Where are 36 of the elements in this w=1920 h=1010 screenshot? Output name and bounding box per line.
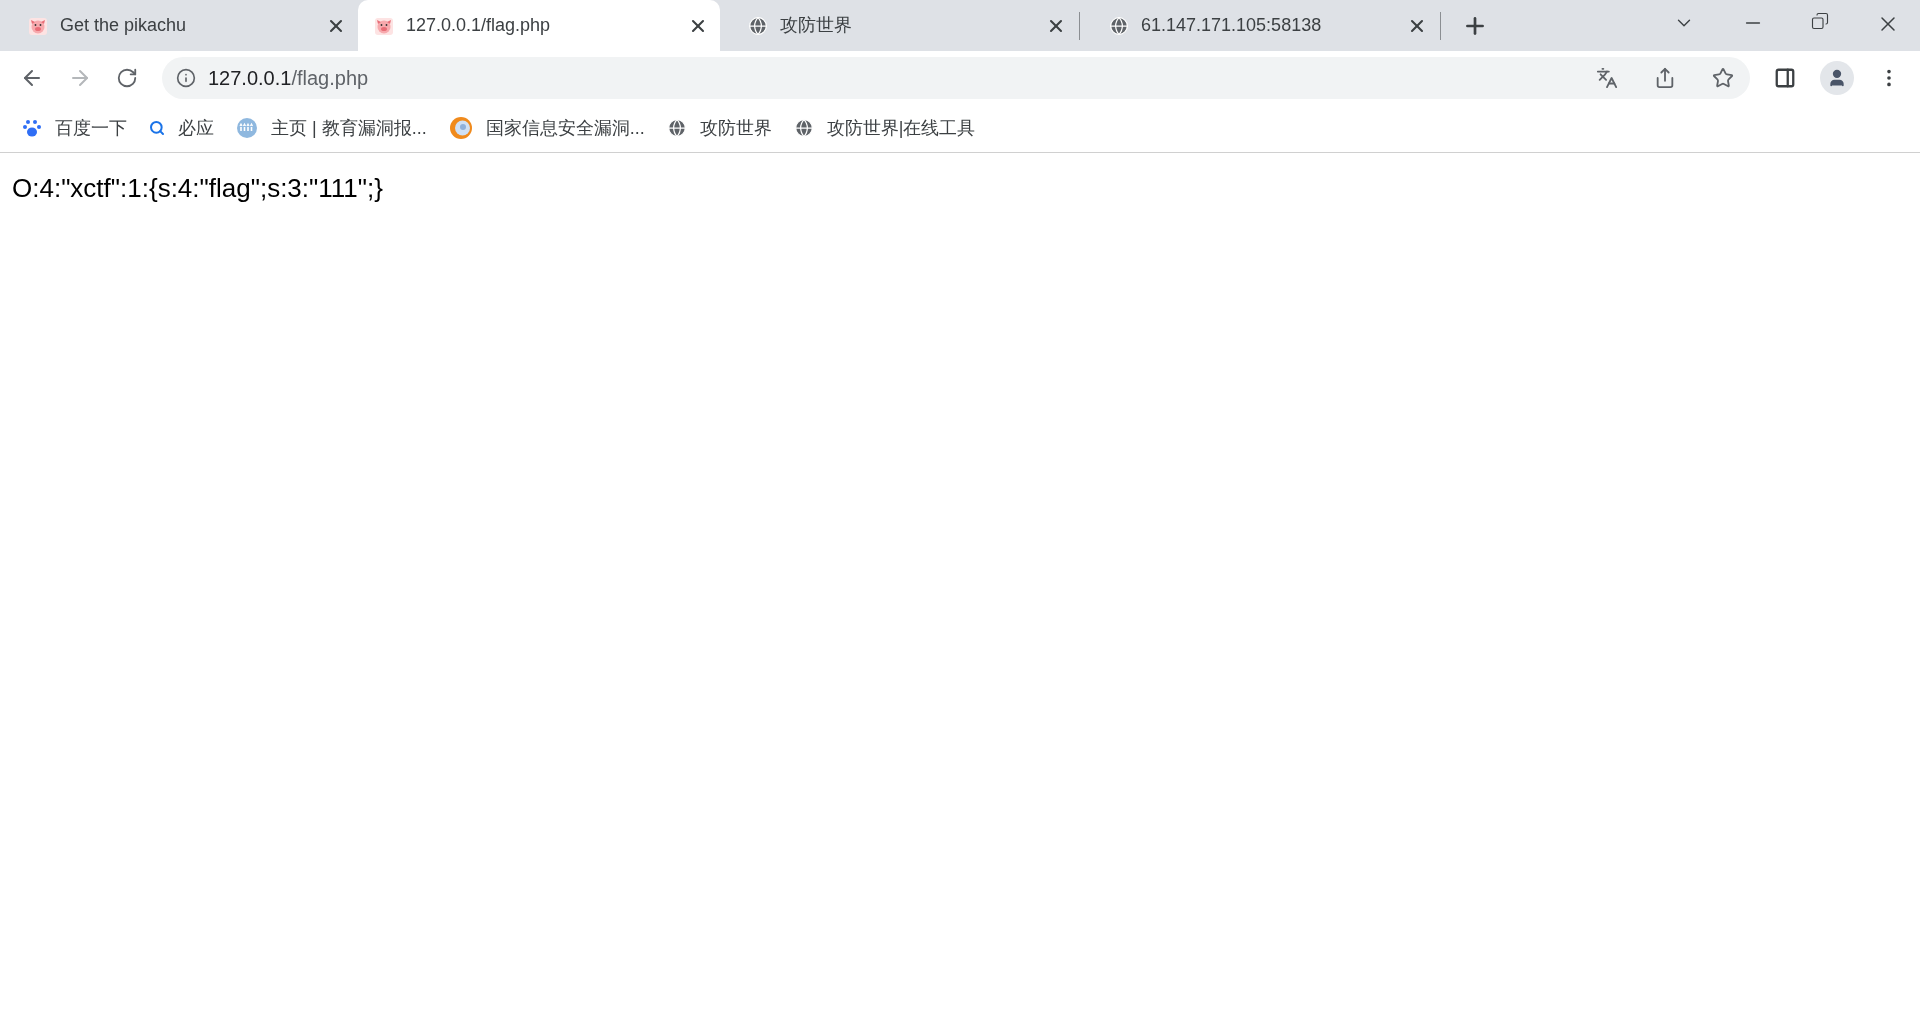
address-bar[interactable]: 127.0.0.1/flag.php — [162, 56, 1750, 99]
globe-icon — [748, 15, 768, 36]
person-icon — [1827, 67, 1847, 88]
globe-icon — [666, 118, 687, 138]
globe-icon — [793, 118, 814, 138]
search-icon — [149, 120, 165, 136]
url-text: 127.0.0.1/flag.php — [208, 65, 370, 91]
browser-tab[interactable]: 127.0.0.1/flag.php — [358, 0, 720, 51]
tab-title: 攻防世界 — [780, 14, 853, 37]
translate-icon[interactable] — [1596, 66, 1618, 89]
bookmark-star-icon[interactable] — [1712, 66, 1734, 89]
bookmark-item[interactable]: 必应 — [149, 114, 214, 142]
share-icon[interactable] — [1654, 66, 1676, 89]
side-panel-icon[interactable] — [1774, 66, 1796, 89]
pig-icon — [374, 15, 394, 36]
tab-title: Get the pikachu — [60, 14, 188, 37]
paw-icon — [22, 118, 42, 138]
restore-icon[interactable] — [1811, 12, 1829, 30]
bookmark-item[interactable]: 主页 | 教育漏洞报... — [236, 114, 427, 142]
pig-icon — [28, 15, 48, 36]
browser-tab[interactable]: 攻防世界 — [720, 0, 1078, 51]
bookmark-item[interactable]: 攻防世界 — [666, 114, 772, 142]
globe-icon — [1109, 15, 1129, 36]
tab-title: 61.147.171.105:58138 — [1141, 14, 1323, 37]
info-icon[interactable] — [176, 67, 196, 88]
bookmark-item[interactable]: 百度一下 — [22, 114, 127, 142]
bookmark-item[interactable]: 国家信息安全漏洞... — [448, 114, 645, 142]
browser-tab[interactable]: 61.147.171.105:58138 — [1081, 0, 1439, 51]
tab-title: 127.0.0.1/flag.php — [406, 14, 552, 37]
people-icon — [236, 117, 258, 139]
browser-tab[interactable]: Get the pikachu — [0, 0, 358, 51]
bookmark-item[interactable]: 攻防世界|在线工具 — [793, 114, 976, 142]
page-text: O:4:"xctf":1:{s:4:"flag";s:3:"111";} — [12, 173, 383, 203]
profile-avatar[interactable] — [1820, 60, 1854, 95]
orb-icon — [448, 116, 473, 140]
reload-icon[interactable] — [116, 66, 138, 89]
